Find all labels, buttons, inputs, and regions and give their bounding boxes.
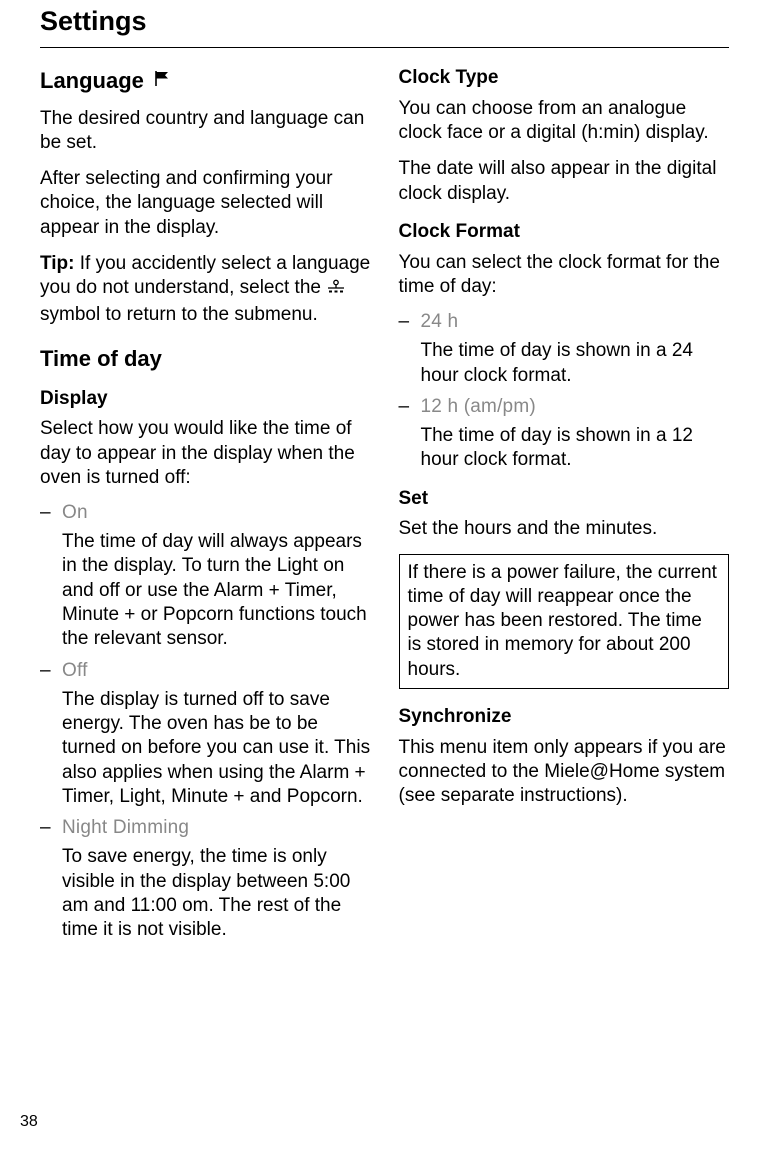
tip-label: Tip: [40,253,74,274]
display-options-list: On The time of day will always appears i… [40,502,371,942]
option-desc: The time of day is shown in a 12 hour cl… [421,424,730,473]
power-failure-note: If there is a power failure, the current… [399,554,730,690]
option-label: Night Dimming [62,817,189,838]
language-paragraph-2: After selecting and confirming your choi… [40,167,371,240]
heading-language: Language [40,66,371,95]
flag-icon [154,66,171,94]
clock-type-p1: You can choose from an analogue clock fa… [399,97,730,146]
option-label: On [62,502,88,523]
display-option-night-dimming: Night Dimming To save energy, the time i… [40,817,371,942]
heading-synchronize: Synchronize [399,705,730,730]
option-label: 24 h [421,311,459,332]
right-column: Clock Type You can choose from an analog… [399,66,730,951]
option-desc: The time of day is shown in a 24 hour cl… [421,339,730,388]
page-number: 38 [20,1113,38,1131]
tip-text-before: If you accidently select a language you … [40,253,370,298]
option-desc: The time of day will always appears in t… [62,530,371,652]
clock-format-option-24h: 24 h The time of day is shown in a 24 ho… [399,311,730,388]
option-label: 12 h (am/pm) [421,396,536,417]
display-option-on: On The time of day will always appears i… [40,502,371,652]
menu-symbol-icon [326,278,346,302]
language-tip: Tip: If you accidently select a language… [40,252,371,327]
content-columns: Language The desired country and languag… [40,66,729,951]
heading-clock-type: Clock Type [399,66,730,91]
option-desc: The display is turned off to save energy… [62,688,371,810]
left-column: Language The desired country and languag… [40,66,371,951]
heading-set: Set [399,487,730,512]
display-intro: Select how you would like the time of da… [40,417,371,490]
clock-format-options-list: 24 h The time of day is shown in a 24 ho… [399,311,730,472]
heading-display: Display [40,387,371,412]
option-desc: To save energy, the time is only visible… [62,845,371,942]
page: Settings Language The desired country an… [0,0,769,1149]
clock-type-p2: The date will also appear in the digital… [399,157,730,206]
heading-language-text: Language [40,68,144,93]
language-paragraph-1: The desired country and language can be … [40,107,371,156]
set-p1: Set the hours and the minutes. [399,517,730,541]
page-title: Settings [40,0,729,48]
clock-format-option-12h: 12 h (am/pm) The time of day is shown in… [399,396,730,473]
heading-clock-format: Clock Format [399,220,730,245]
display-option-off: Off The display is turned off to save en… [40,660,371,810]
synchronize-p1: This menu item only appears if you are c… [399,736,730,809]
clock-format-intro: You can select the clock format for the … [399,251,730,300]
option-label: Off [62,660,88,681]
heading-time-of-day: Time of day [40,345,371,373]
tip-text-after: symbol to return to the submenu. [40,304,318,325]
